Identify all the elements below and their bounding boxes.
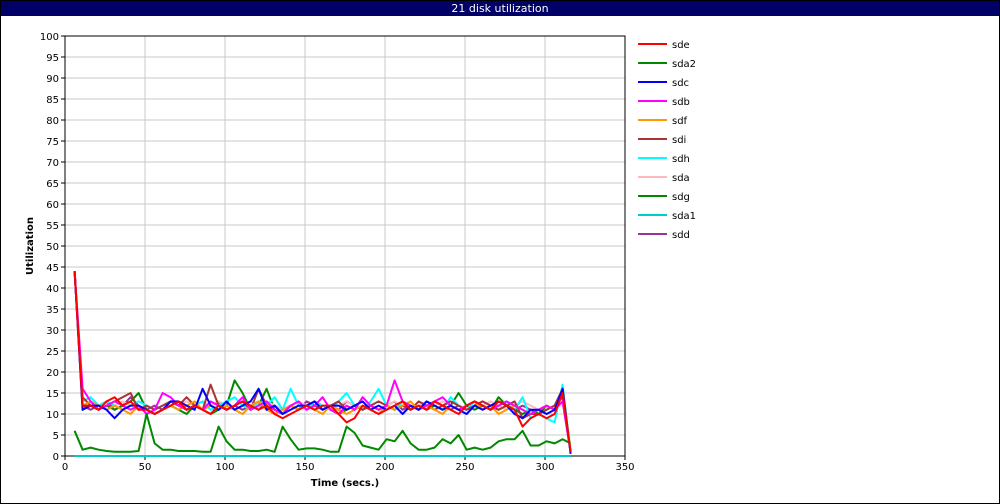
y-tick-label: 75 — [46, 137, 59, 148]
y-axis-label: Utilization — [25, 217, 36, 275]
x-tick-label: 0 — [62, 462, 68, 473]
legend-label-sdf: sdf — [672, 116, 688, 127]
y-tick-label: 50 — [46, 242, 59, 253]
x-tick-label: 300 — [535, 462, 554, 473]
y-tick-label: 20 — [46, 368, 59, 379]
series-line-sda2 — [73, 413, 572, 453]
legend-label-sdh: sdh — [672, 154, 690, 165]
y-tick-label: 100 — [40, 32, 59, 43]
y-tick-label: 70 — [46, 158, 59, 169]
y-tick-label: 80 — [46, 116, 59, 127]
y-tick-label: 0 — [53, 452, 59, 463]
x-axis-label: Time (secs.) — [311, 478, 380, 489]
x-axis-ticks: 0 50 100 150 200 250 300 350 — [62, 456, 635, 473]
x-tick-label: 50 — [139, 462, 152, 473]
y-tick-label: 65 — [46, 179, 59, 190]
grid — [64, 35, 626, 457]
x-tick-label: 250 — [455, 462, 474, 473]
x-tick-label: 150 — [295, 462, 314, 473]
y-tick-label: 95 — [46, 53, 59, 64]
legend: sde sda2 sdc sdb sdf sdi sdh sda sdg sda1 sdd — [638, 40, 696, 241]
y-tick-label: 15 — [46, 389, 59, 400]
legend-label-sdg: sdg — [672, 192, 690, 203]
y-axis-ticks: 0 5 10 15 20 25 30 35 40 45 50 55 60 65 70 75 80 85 90 95 10… — [40, 32, 65, 463]
legend-label-sdd: sdd — [672, 230, 690, 241]
x-tick-label: 100 — [215, 462, 234, 473]
legend-label-sde: sde — [672, 40, 690, 51]
legend-label-sda1: sda1 — [672, 211, 696, 222]
y-tick-label: 40 — [46, 284, 59, 295]
x-tick-label: 350 — [615, 462, 634, 473]
x-tick-label: 200 — [375, 462, 394, 473]
legend-label-sdi: sdi — [672, 135, 686, 146]
y-tick-label: 55 — [46, 221, 59, 232]
line-chart: 0 5 10 15 20 25 30 35 40 45 50 55 60 65 70 75 80 85 90 95 10… — [25, 32, 696, 489]
series-layer — [73, 271, 572, 457]
y-tick-label: 5 — [53, 431, 59, 442]
legend-label-sdb: sdb — [672, 97, 690, 108]
y-tick-label: 35 — [46, 305, 59, 316]
y-tick-label: 90 — [46, 74, 59, 85]
y-tick-label: 85 — [46, 95, 59, 106]
y-tick-label: 60 — [46, 200, 59, 211]
legend-label-sda2: sda2 — [672, 59, 696, 70]
y-tick-label: 30 — [46, 326, 59, 337]
legend-label-sda: sda — [672, 173, 690, 184]
legend-label-sdc: sdc — [672, 78, 689, 89]
y-tick-label: 10 — [46, 410, 59, 421]
y-tick-label: 45 — [46, 263, 59, 274]
y-tick-label: 25 — [46, 347, 59, 358]
